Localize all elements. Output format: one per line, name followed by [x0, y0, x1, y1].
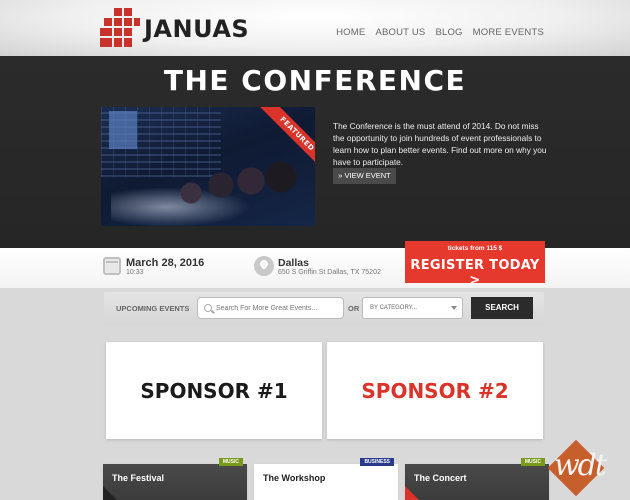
watermark-logo: wdt: [547, 438, 612, 498]
category-tag: BUSINESS: [360, 458, 394, 466]
event-description: The Conference is the must attend of 201…: [333, 121, 547, 167]
featured-ribbon: FEATURED: [258, 107, 315, 164]
category-selected: BY CATEGORY...: [370, 305, 417, 311]
event-city: Dallas: [278, 257, 309, 269]
register-today-button[interactable]: tickets from 115 $ REGISTER TODAY >: [405, 241, 545, 288]
nav-blog[interactable]: BLOG: [435, 27, 462, 38]
event-card-title: The Concert: [414, 473, 467, 483]
event-address: 650 S Griffin St Dallas, TX 75202: [278, 269, 381, 276]
event-card-title: The Festival: [112, 473, 165, 483]
calendar-icon: [103, 257, 121, 275]
register-label: REGISTER TODAY >: [410, 258, 540, 288]
nav-more-events[interactable]: MORE EVENTS: [473, 27, 544, 38]
search-icon: [204, 304, 212, 312]
site-logo[interactable]: JANUAS: [100, 8, 250, 50]
hero-section: THE CONFERENCE FEATURED The Conference i…: [0, 56, 630, 248]
logo-text: JANUAS: [144, 15, 250, 43]
sponsor-card-2[interactable]: SPONSOR #2: [327, 342, 543, 439]
site-header: JANUAS HOME ABOUT US BLOG MORE EVENTS: [0, 0, 630, 56]
logo-grid-icon: [100, 8, 140, 48]
event-card-workshop[interactable]: BUSINESS The Workshop: [254, 458, 398, 500]
event-search-bar: UPCOMING EVENTS OR BY CATEGORY... SEARCH: [104, 292, 544, 326]
event-card-title: The Workshop: [263, 473, 326, 483]
event-card-festival[interactable]: MUSIC The Festival: [103, 458, 247, 500]
location-pin-icon: [254, 256, 274, 276]
chevron-down-icon: [451, 306, 457, 310]
main-nav: HOME ABOUT US BLOG MORE EVENTS: [336, 27, 544, 38]
event-card-concert[interactable]: MUSIC The Concert: [405, 458, 549, 500]
ticket-price: tickets from 115 $: [447, 245, 503, 252]
event-time: 10:33: [126, 269, 144, 276]
sponsor-card-1[interactable]: SPONSOR #1: [106, 342, 322, 439]
search-input[interactable]: [197, 297, 344, 319]
search-button[interactable]: SEARCH: [471, 297, 533, 319]
category-tag: MUSIC: [520, 458, 545, 466]
view-event-button[interactable]: » VIEW EVENT: [333, 168, 396, 184]
or-label: OR: [348, 304, 360, 313]
nav-about-us[interactable]: ABOUT US: [375, 27, 425, 38]
upcoming-events-label: UPCOMING EVENTS: [116, 304, 190, 313]
watermark-text: wdt: [554, 448, 607, 483]
sponsor-1-label: SPONSOR #1: [140, 379, 288, 403]
nav-home[interactable]: HOME: [336, 27, 365, 38]
sponsor-2-label: SPONSOR #2: [361, 379, 509, 403]
category-select[interactable]: BY CATEGORY...: [362, 297, 463, 319]
event-title: THE CONFERENCE: [163, 64, 467, 97]
category-tag: MUSIC: [218, 458, 243, 466]
event-date: March 28, 2016: [126, 257, 205, 269]
featured-label: FEATURED: [260, 107, 315, 164]
